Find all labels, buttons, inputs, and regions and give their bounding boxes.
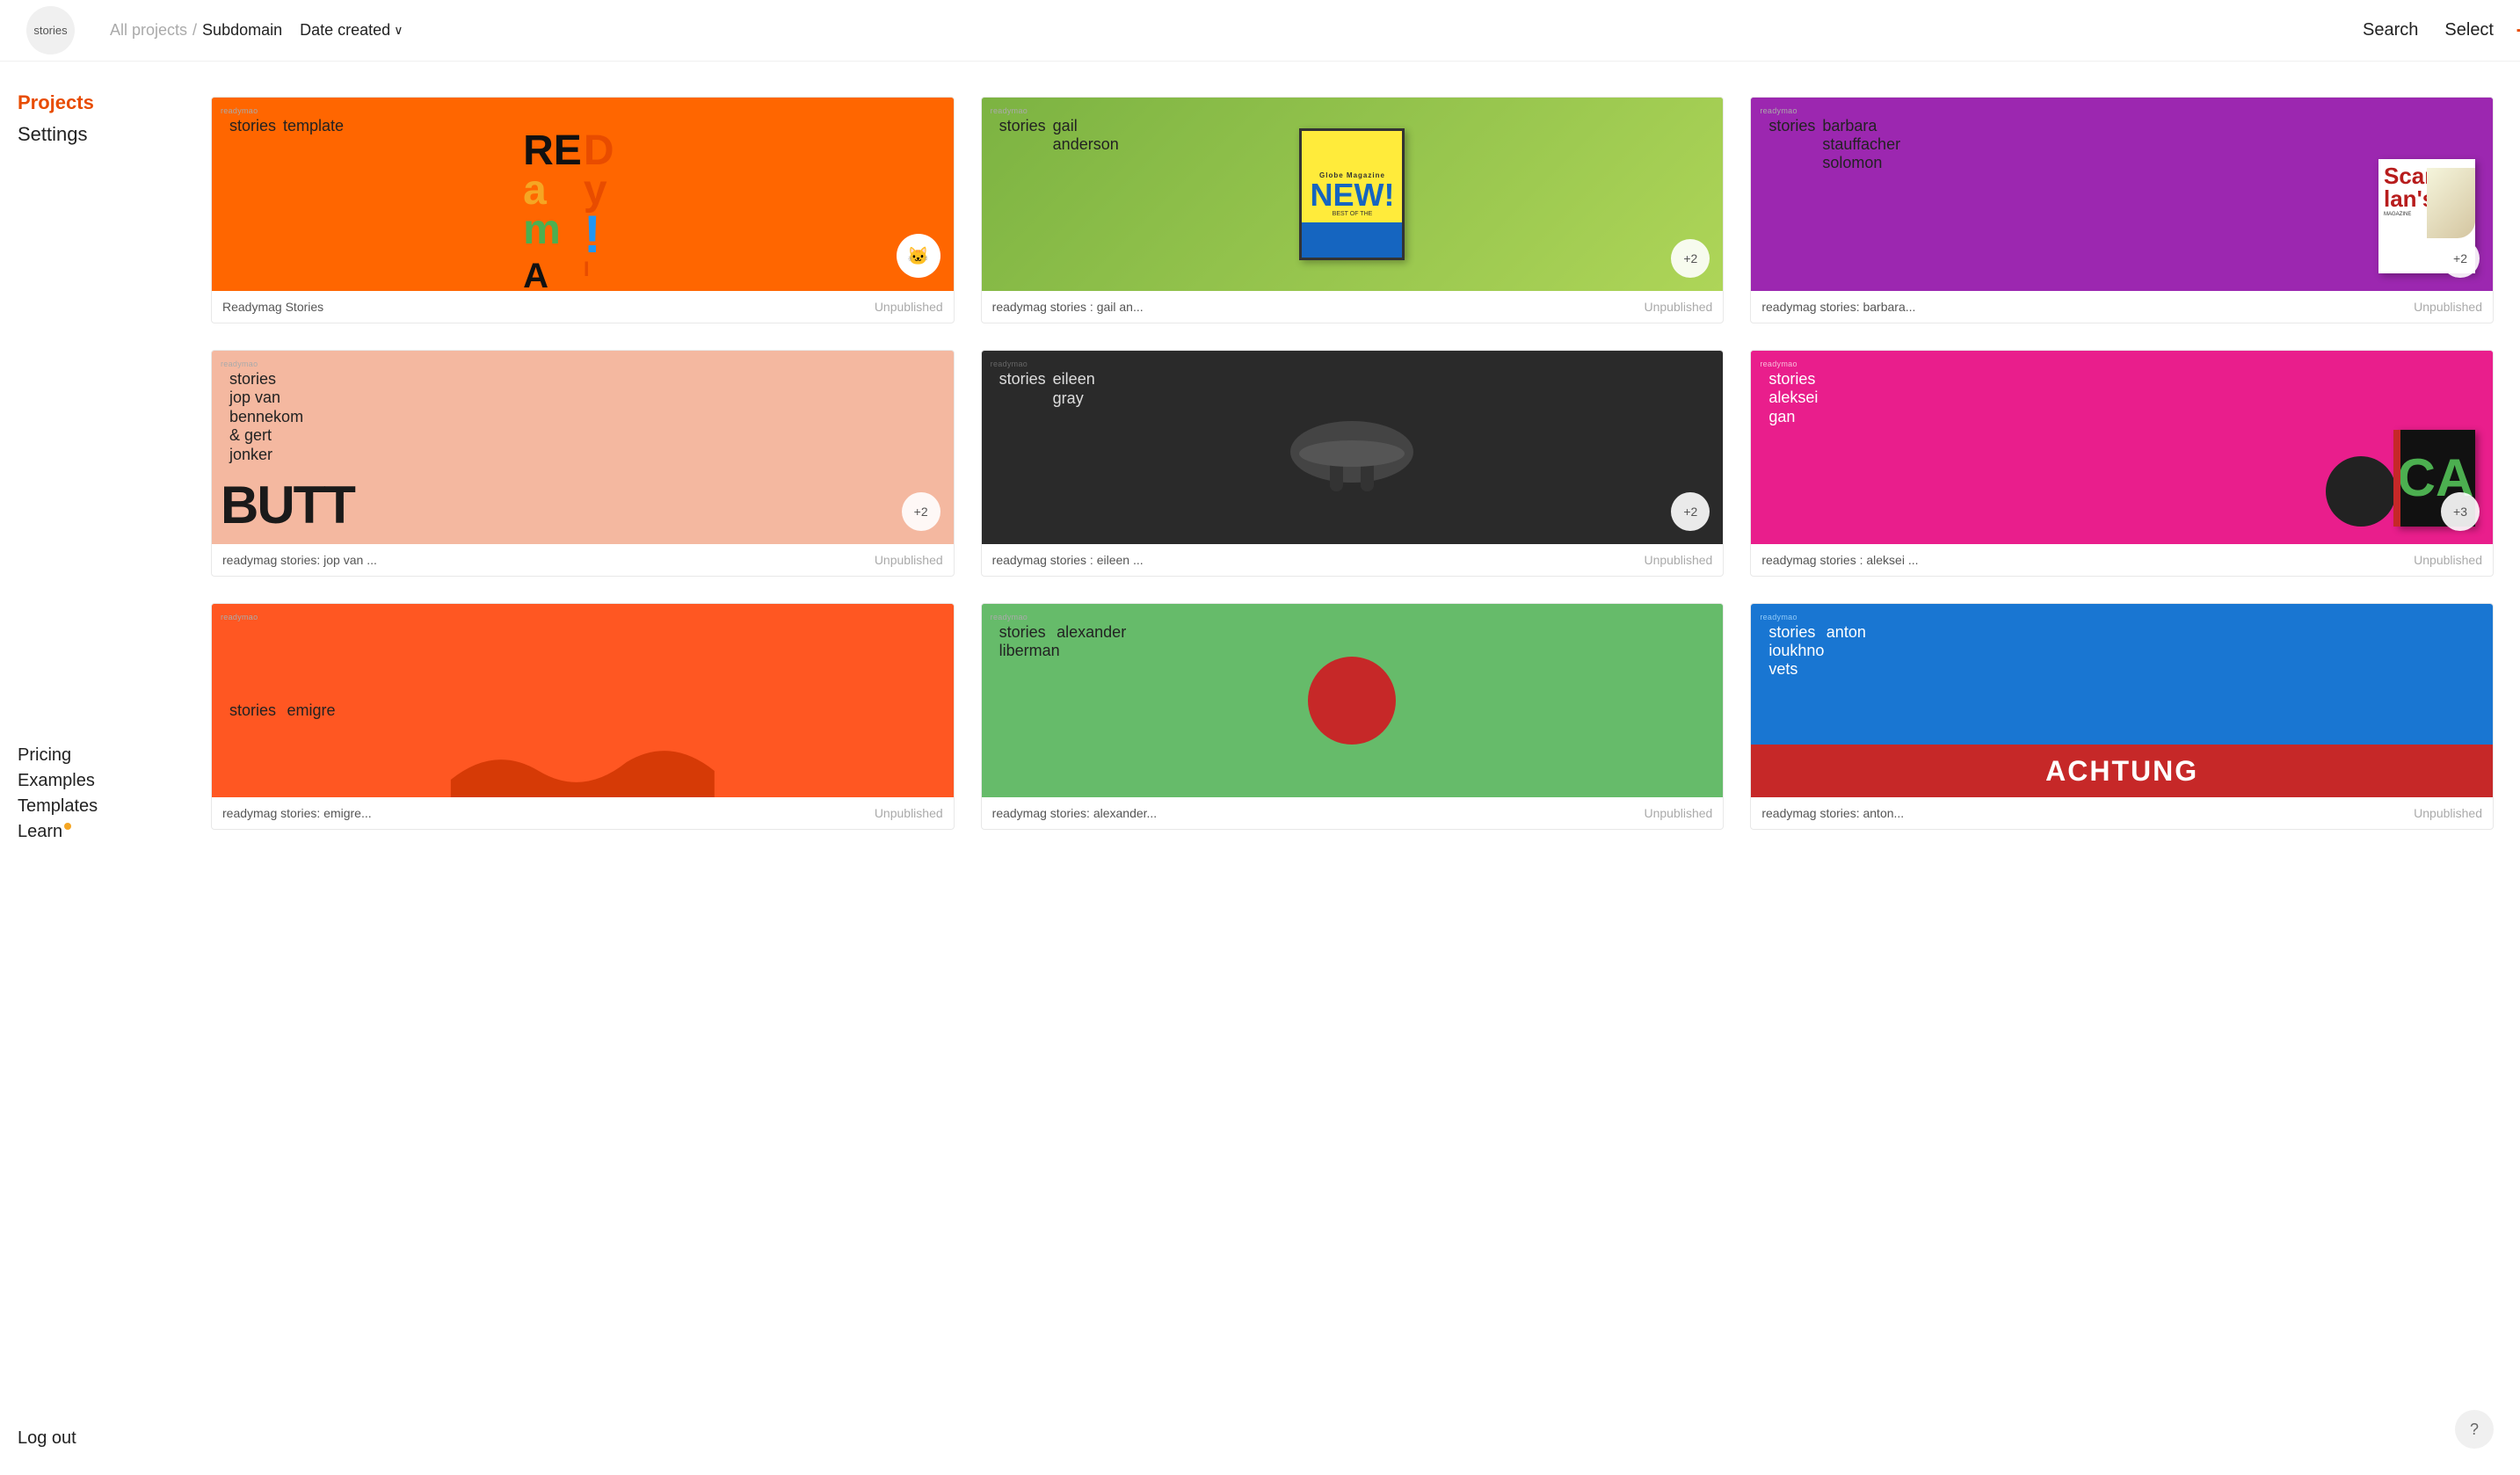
card-label-1: readymao (221, 106, 258, 115)
card-name-7: readymag stories: emigre... (222, 806, 372, 820)
projects-grid: readymao stories template RE D a y m ! (211, 97, 2494, 830)
magazine-cover: Globe Magazine NEW! BEST OF THE (1299, 128, 1405, 260)
card-footer-2: readymag stories : gail an... Unpublishe… (982, 291, 1724, 323)
card-footer-9: readymag stories: anton... Unpublished (1751, 797, 2493, 829)
card-status-2: Unpublished (1644, 300, 1712, 314)
card-label-7: readymao (221, 613, 258, 621)
card-thumbnail-3: readymao stories barbarastauffachersolom… (1751, 98, 2493, 291)
sidebar-item-examples[interactable]: Examples (18, 769, 167, 793)
card-name-3: readymag stories: barbara... (1761, 300, 1915, 314)
card-label-6: readymao (1760, 360, 1797, 368)
logo-text: stories (33, 24, 67, 37)
card-status-6: Unpublished (2414, 553, 2482, 567)
card-footer-5: readymag stories : eileen ... Unpublishe… (982, 544, 1724, 576)
card-name-1: Readymag Stories (222, 300, 323, 314)
extra-count-4: +2 (902, 492, 940, 531)
learn-dot-indicator (64, 823, 71, 830)
sidebar-item-projects[interactable]: Projects (18, 88, 167, 118)
card-footer-7: readymag stories: emigre... Unpublished (212, 797, 954, 829)
card-status-1: Unpublished (875, 300, 943, 314)
card-label-4: readymao (221, 360, 258, 368)
logo-plus-icon: + (2516, 13, 2520, 48)
black-circle-gan (2326, 456, 2396, 527)
achtung-block: ACHTUNG (1751, 745, 2493, 797)
card-name-6: readymag stories : aleksei ... (1761, 553, 1918, 567)
card-label-3: readymao (1760, 106, 1797, 115)
header: stories + All projects / Subdomain Date … (0, 0, 2520, 62)
main-content: readymao stories template RE D a y m ! (185, 62, 2520, 1475)
project-card-3[interactable]: readymao stories barbarastauffachersolom… (1750, 97, 2494, 323)
card-circle-cat: 🐱 (897, 234, 940, 278)
breadcrumb: All projects / Subdomain (110, 21, 282, 40)
breadcrumb-all-projects[interactable]: All projects (110, 21, 187, 40)
extra-count-2: +2 (1671, 239, 1710, 278)
sort-button[interactable]: Date created ∨ (300, 21, 403, 40)
chair-svg (1282, 417, 1422, 505)
logo-circle: stories (26, 6, 75, 54)
card-footer-6: readymag stories : aleksei ... Unpublish… (1751, 544, 2493, 576)
sidebar-item-learn[interactable]: Learn (18, 820, 167, 844)
sort-label: Date created (300, 21, 390, 40)
project-card-5[interactable]: readymao stories eileengray + (981, 350, 1725, 577)
emigre-wave (212, 727, 954, 797)
breadcrumb-subdomain[interactable]: Subdomain (202, 21, 282, 40)
card-thumbnail-9: readymao stories antonioukhnovets ACHTUN… (1751, 604, 2493, 797)
card-label-2: readymao (991, 106, 1028, 115)
card-thumbnail-7: readymao stories emigre (212, 604, 954, 797)
project-card-9[interactable]: readymao stories antonioukhnovets ACHTUN… (1750, 603, 2494, 830)
card-status-5: Unpublished (1644, 553, 1712, 567)
card-thumbnail-6: readymao stories alekseigan CA (1751, 351, 2493, 544)
sidebar: Projects Settings Pricing Examples Templ… (0, 62, 185, 1475)
project-card-6[interactable]: readymao stories alekseigan CA (1750, 350, 2494, 577)
achtung-text: ACHTUNG (2045, 755, 2198, 788)
card-label-9: readymao (1760, 613, 1797, 621)
butt-text: BUTT (221, 475, 354, 535)
card-thumbnail-1: readymao stories template RE D a y m ! (212, 98, 954, 291)
extra-count-3: +2 (2441, 239, 2480, 278)
sidebar-item-settings[interactable]: Settings (18, 120, 167, 149)
project-card-2[interactable]: readymao stories gailanderson Globe Maga… (981, 97, 1725, 323)
card-status-4: Unpublished (875, 553, 943, 567)
breadcrumb-separator: / (192, 21, 197, 40)
card-footer-3: readymag stories: barbara... Unpublished (1751, 291, 2493, 323)
header-actions: Search Select (2363, 20, 2494, 40)
project-card-4[interactable]: readymao stories jop vanbennekom& gertjo… (211, 350, 955, 577)
card-status-9: Unpublished (2414, 806, 2482, 820)
logo-area[interactable]: stories + (26, 6, 75, 54)
card-name-5: readymag stories : eileen ... (992, 553, 1144, 567)
sort-arrow-icon: ∨ (394, 23, 403, 38)
card-thumbnail-8: readymao stories alexanderliberman (982, 604, 1724, 797)
card-thumbnail-2: readymao stories gailanderson Globe Maga… (982, 98, 1724, 291)
red-stripe (2393, 430, 2400, 527)
logout-button[interactable]: Log out (18, 1411, 167, 1449)
card-thumbnail-4: readymao stories jop vanbennekom& gertjo… (212, 351, 954, 544)
select-button[interactable]: Select (2444, 20, 2494, 40)
card-name-8: readymag stories: alexander... (992, 806, 1158, 820)
card-name-9: readymag stories: anton... (1761, 806, 1904, 820)
project-card-7[interactable]: readymao stories emigre readymag stories… (211, 603, 955, 830)
sidebar-item-templates[interactable]: Templates (18, 795, 167, 818)
red-circle-liberman (1308, 657, 1396, 745)
card-label-8: readymao (991, 613, 1028, 621)
sidebar-nav-bottom: Pricing Examples Templates Learn (18, 744, 167, 844)
card-footer-8: readymag stories: alexander... Unpublish… (982, 797, 1724, 829)
card-thumbnail-5: readymao stories eileengray + (982, 351, 1724, 544)
help-button[interactable]: ? (2455, 1410, 2494, 1449)
extra-count-6: +3 (2441, 492, 2480, 531)
extra-count-5: +2 (1671, 492, 1710, 531)
card-footer-1: Readymag Stories Unpublished (212, 291, 954, 323)
card-status-3: Unpublished (2414, 300, 2482, 314)
card-status-7: Unpublished (875, 806, 943, 820)
search-button[interactable]: Search (2363, 20, 2418, 40)
card-status-8: Unpublished (1644, 806, 1712, 820)
card-label-5: readymao (991, 360, 1028, 368)
card-footer-4: readymag stories: jop van ... Unpublishe… (212, 544, 954, 576)
sidebar-item-pricing[interactable]: Pricing (18, 744, 167, 767)
card-name-4: readymag stories: jop van ... (222, 553, 377, 567)
project-card-1[interactable]: readymao stories template RE D a y m ! (211, 97, 955, 323)
card-name-2: readymag stories : gail an... (992, 300, 1144, 314)
project-card-8[interactable]: readymao stories alexanderliberman ready… (981, 603, 1725, 830)
sidebar-nav-top: Projects Settings (18, 88, 167, 149)
